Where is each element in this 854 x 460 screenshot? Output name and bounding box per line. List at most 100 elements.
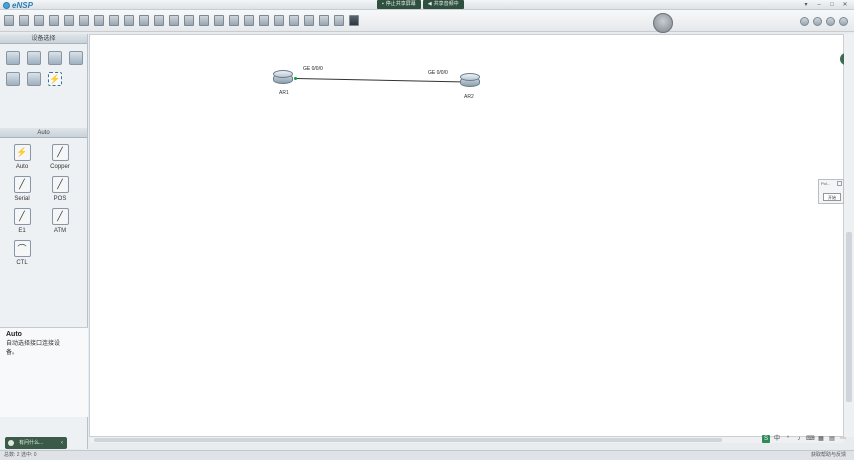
floating-capture-widget: Pol... 开始: [818, 179, 844, 204]
scroll-thumb[interactable]: [94, 438, 722, 442]
cable-item-pos[interactable]: ╱ POS: [46, 176, 74, 204]
zoom-in-icon[interactable]: [214, 15, 224, 26]
hand-icon[interactable]: [139, 15, 149, 26]
router-ar1[interactable]: [273, 70, 293, 84]
stop-share-button[interactable]: ▪ 停止共享屏幕: [377, 0, 421, 9]
cable-item-e1[interactable]: ╱ E1: [8, 208, 36, 236]
stop-icon: ▪: [382, 1, 384, 7]
cable-item-serial[interactable]: ╱ Serial: [8, 176, 36, 204]
more-icon[interactable]: ⋯: [839, 435, 847, 443]
title-bar: eNSP ▪ 停止共享屏幕 ◀ 共享音频中 ▾ – □ ✕: [0, 0, 854, 10]
chat-icon[interactable]: [813, 17, 822, 26]
cable-panel-title: Auto: [0, 128, 87, 138]
punctuation-icon[interactable]: °: [784, 435, 792, 443]
main-toolbar: [0, 10, 854, 33]
cable-item-auto[interactable]: ⚡ Auto: [8, 144, 36, 172]
description-box: Auto 自动选择接口连接设备。: [0, 327, 88, 417]
help-feedback-link[interactable]: 获取帮助与反馈: [811, 451, 846, 460]
network-link[interactable]: [295, 78, 472, 83]
toolbar-icons: [4, 15, 359, 26]
cable-item-ctl[interactable]: ⌒ CTL: [8, 240, 36, 268]
cable-label: POS: [53, 196, 67, 202]
description-title: Auto: [6, 331, 22, 338]
display-icon[interactable]: [334, 15, 344, 26]
input-tray: S 中 ° ♪ ⌨ ▦ ▤ ⋯: [762, 434, 847, 444]
maximize-button[interactable]: □: [827, 1, 837, 9]
skin-icon[interactable]: ▦: [817, 435, 825, 443]
keyboard-icon[interactable]: ⌨: [806, 435, 815, 443]
audio-share-button[interactable]: ◀ 共享音频中: [422, 0, 464, 9]
cable-item-atm[interactable]: ╱ ATM: [46, 208, 74, 236]
text-icon[interactable]: [184, 15, 194, 26]
tools-icon[interactable]: ▤: [828, 435, 836, 443]
user-avatar[interactable]: [653, 13, 673, 33]
minimize-button[interactable]: –: [814, 1, 824, 9]
topology-icon[interactable]: [304, 15, 314, 26]
switch-category-icon[interactable]: [27, 51, 41, 65]
close-button[interactable]: ✕: [840, 1, 850, 9]
lightning-icon: ⚡: [13, 144, 31, 161]
firewall-category-icon[interactable]: [69, 51, 83, 65]
pc-category-icon[interactable]: [6, 72, 20, 86]
pointer-icon[interactable]: [124, 15, 134, 26]
router-category-icon[interactable]: [6, 51, 20, 65]
assistant-chat-button[interactable]: 有问什么... ‹: [5, 437, 67, 449]
terminal-icon[interactable]: [349, 15, 359, 26]
mic-icon[interactable]: ♪: [795, 435, 803, 443]
cable-category-icon[interactable]: ⚡: [48, 72, 62, 86]
undo-icon[interactable]: [94, 15, 104, 26]
new-example-icon[interactable]: [19, 15, 29, 26]
scroll-thumb[interactable]: [846, 232, 852, 402]
router-icon: [273, 70, 293, 78]
capture-icon[interactable]: [289, 15, 299, 26]
cable-label: Copper: [50, 164, 70, 170]
vertical-scrollbar[interactable]: [844, 34, 854, 437]
device-panel-title: 设备选择: [0, 34, 87, 44]
port-status-dot: [294, 77, 297, 80]
ime-icon[interactable]: S: [762, 435, 770, 443]
close-icon[interactable]: [837, 181, 842, 186]
cable-item-copper[interactable]: ╱ Copper: [46, 144, 74, 172]
router-ar2[interactable]: [460, 73, 480, 87]
cable-label: CTL: [16, 260, 28, 266]
palette-icon[interactable]: [199, 15, 209, 26]
start-button[interactable]: 开始: [823, 193, 841, 201]
chinese-mode-icon[interactable]: 中: [773, 435, 781, 443]
cable-grid: ⚡ Auto ╱ Copper ╱ Serial ╱ POS ╱ E1 ╱ AT…: [0, 138, 87, 268]
app-title: eNSP: [12, 0, 33, 10]
cable-label: E1: [18, 228, 26, 234]
save-as-icon[interactable]: [64, 15, 74, 26]
chat-bubble-icon: [8, 440, 14, 446]
port-label-ar2: GE 0/0/0: [428, 70, 448, 76]
wlan-category-icon[interactable]: [48, 51, 62, 65]
open-icon[interactable]: [34, 15, 44, 26]
device-label-ar1: AR1: [279, 90, 289, 96]
huawei-icon[interactable]: [826, 17, 835, 26]
cloud-category-icon[interactable]: [27, 72, 41, 86]
save-icon[interactable]: [49, 15, 59, 26]
collapse-arrow-icon: ‹: [61, 440, 63, 446]
menu-button[interactable]: ▾: [801, 1, 811, 9]
delete-icon[interactable]: [154, 15, 164, 26]
settings-icon[interactable]: [800, 17, 809, 26]
atm-cable-icon: ╱: [51, 208, 69, 225]
grid-icon[interactable]: [319, 15, 329, 26]
cable-label: Auto: [15, 164, 29, 170]
delete-link-icon[interactable]: [169, 15, 179, 26]
redo-icon[interactable]: [109, 15, 119, 26]
zoom-out-icon[interactable]: [229, 15, 239, 26]
new-topology-icon[interactable]: [4, 15, 14, 26]
topology-canvas[interactable]: GE 0/0/0 GE 0/0/0 AR1 AR2: [89, 34, 844, 437]
stop-device-icon[interactable]: [274, 15, 284, 26]
device-label-ar2: AR2: [464, 94, 474, 100]
assistant-chat-label: 有问什么...: [19, 440, 44, 446]
start-device-icon[interactable]: [259, 15, 269, 26]
router-icon: [460, 73, 480, 81]
horizontal-scrollbar[interactable]: [90, 437, 844, 443]
print-icon[interactable]: [79, 15, 89, 26]
speaker-icon: ◀: [427, 1, 432, 7]
help-icon[interactable]: [839, 17, 848, 26]
fit-icon[interactable]: [244, 15, 254, 26]
status-bar: 总数: 2 选中: 0 获取帮助与反馈: [0, 450, 854, 460]
cable-label: Serial: [14, 196, 30, 202]
